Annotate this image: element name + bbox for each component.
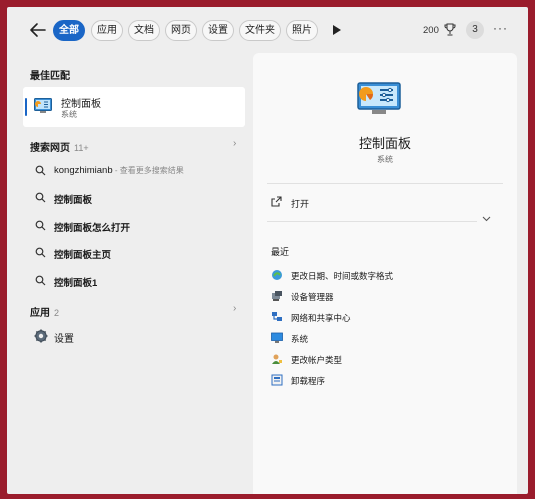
tab-settings[interactable]: 设置 <box>202 20 234 41</box>
web-result-label: 控制面板1 <box>54 278 98 289</box>
section-title-web[interactable]: 搜索网页 11+ <box>30 139 89 154</box>
back-arrow-icon[interactable] <box>29 22 47 38</box>
account-icon <box>272 354 282 364</box>
recent-item-label: 更改帐户类型 <box>291 355 343 365</box>
tab-all[interactable]: 全部 <box>53 20 85 41</box>
divider <box>267 183 503 184</box>
date-time-icon <box>272 270 282 280</box>
tab-folders[interactable]: 文件夹 <box>239 20 281 41</box>
section-label: 搜索网页 <box>30 143 70 154</box>
section-title-apps[interactable]: 应用 2 <box>30 304 59 319</box>
section-count: 11+ <box>74 143 89 153</box>
open-action[interactable]: 打开 <box>291 197 309 210</box>
account-badge[interactable]: 3 <box>466 21 484 39</box>
section-count: 2 <box>54 308 60 318</box>
best-match-item[interactable]: 控制面板 系统 <box>23 87 245 127</box>
best-match-title: 控制面板 <box>61 99 101 110</box>
recent-section-title: 最近 <box>271 247 290 257</box>
chevron-right-icon[interactable]: › <box>233 303 236 314</box>
web-result-label: 控制面板怎么打开 <box>54 223 131 234</box>
more-options-icon[interactable]: ··· <box>493 21 508 35</box>
search-panel: 全部 应用 文档 网页 设置 文件夹 照片 200 3 ··· 最佳匹配 控制面… <box>7 7 528 494</box>
app-result-settings[interactable]: 设置 <box>54 330 74 345</box>
control-panel-icon <box>34 98 52 113</box>
detail-app-type: 系统 <box>377 155 393 164</box>
recent-item-label: 卸载程序 <box>291 376 326 386</box>
control-panel-icon <box>357 82 401 114</box>
chevron-right-icon[interactable]: › <box>233 138 236 149</box>
chevron-down-icon[interactable] <box>482 216 491 222</box>
web-result-item[interactable]: 控制面板主页 <box>23 242 245 264</box>
settings-gear-icon[interactable] <box>34 329 48 343</box>
web-result-item[interactable]: 控制面板怎么打开 <box>23 215 245 237</box>
web-result-label: kongzhimianb - 查看更多搜索结果 <box>54 165 184 176</box>
rewards-points: 200 <box>423 25 439 36</box>
system-icon <box>271 332 283 343</box>
device-manager-icon <box>272 291 282 301</box>
recent-item-label: 设备管理器 <box>291 292 334 302</box>
trophy-icon[interactable] <box>444 23 456 36</box>
search-icon <box>35 192 46 203</box>
more-tabs-play-icon[interactable] <box>333 25 341 35</box>
uninstall-icon <box>271 374 283 386</box>
filter-bar: 全部 应用 文档 网页 设置 文件夹 照片 200 3 ··· <box>7 7 528 53</box>
web-result-label: 控制面板 <box>54 195 93 206</box>
section-title-best-match: 最佳匹配 <box>30 71 70 82</box>
detail-app-name: 控制面板 <box>358 136 411 151</box>
recent-item-label: 更改日期、时间或数字格式 <box>291 271 394 281</box>
web-result-label: 控制面板主页 <box>54 250 112 261</box>
detail-pane: 控制面板 系统 打开 最近 更改日期、时间或数字格式 设备管理器 网络和共享中心… <box>253 53 517 494</box>
network-icon <box>272 312 282 321</box>
search-icon <box>35 220 46 231</box>
divider <box>267 221 477 222</box>
search-icon <box>35 275 46 286</box>
search-icon <box>35 247 46 258</box>
tab-documents[interactable]: 文档 <box>128 20 160 41</box>
selection-indicator <box>25 98 27 116</box>
web-result-item[interactable]: kongzhimianb - 查看更多搜索结果 <box>23 160 245 182</box>
recent-item-label: 系统 <box>291 334 309 344</box>
results-list: 最佳匹配 控制面板 系统 搜索网页 11+ › kongzhimianb - 查看… <box>7 53 253 494</box>
recent-item-label: 网络和共享中心 <box>291 313 351 323</box>
section-label: 应用 <box>30 308 50 319</box>
best-match-subtitle: 系统 <box>61 110 77 119</box>
tab-web[interactable]: 网页 <box>165 20 197 41</box>
search-icon <box>35 165 46 176</box>
tab-apps[interactable]: 应用 <box>91 20 123 41</box>
web-result-item[interactable]: 控制面板1 <box>23 270 245 292</box>
open-external-icon[interactable] <box>271 196 282 207</box>
web-result-item[interactable]: 控制面板 <box>23 187 245 209</box>
tab-photos[interactable]: 照片 <box>286 20 318 41</box>
